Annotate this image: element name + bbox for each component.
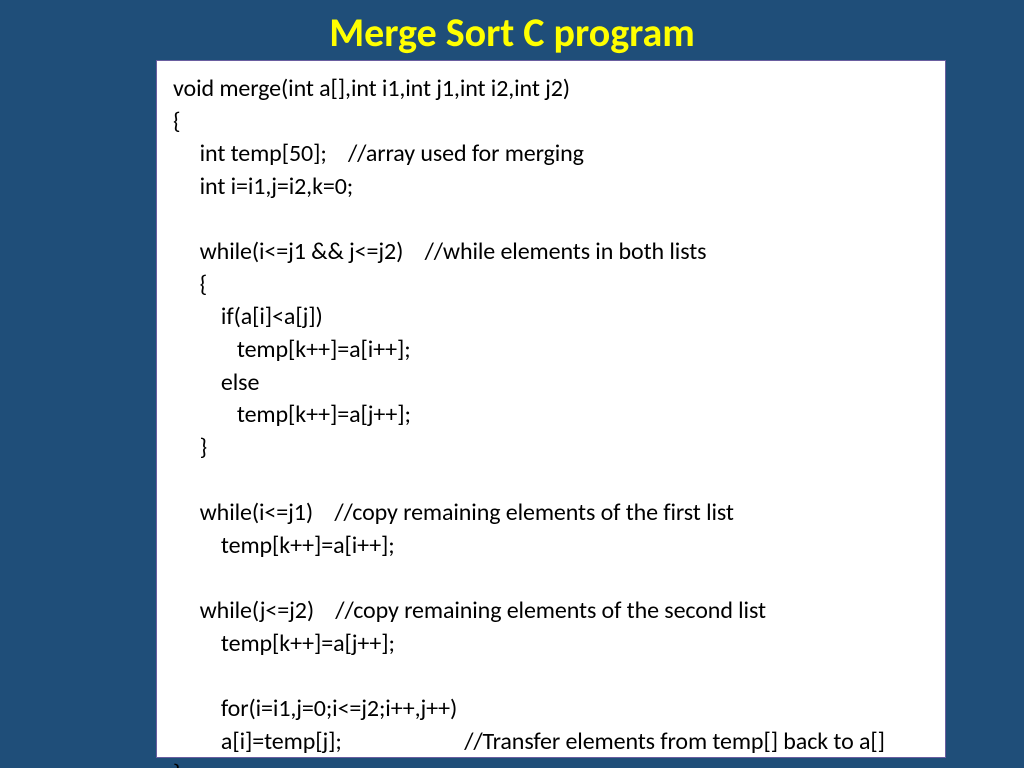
slide-title: Merge Sort C program <box>0 0 1024 63</box>
code-content: void merge(int a[],int i1,int j1,int i2,… <box>173 73 929 768</box>
slide: Merge Sort C program void merge(int a[],… <box>0 0 1024 768</box>
code-container: void merge(int a[],int i1,int j1,int i2,… <box>156 60 946 758</box>
